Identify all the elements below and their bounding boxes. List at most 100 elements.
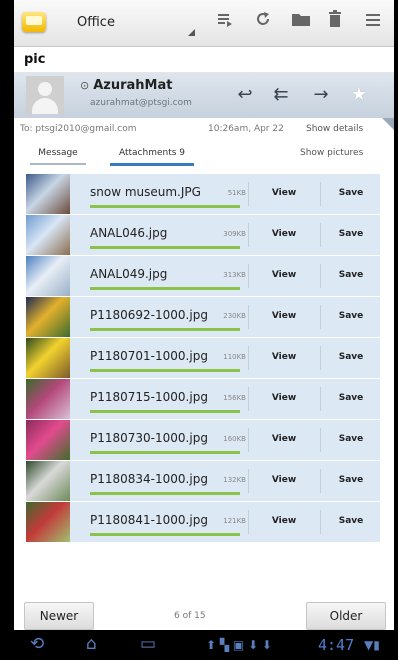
- reply-all-icon[interactable]: ⇇: [268, 82, 294, 108]
- action-bar: Office: [14, 0, 394, 47]
- forward-icon[interactable]: →: [308, 82, 334, 108]
- folder-icon[interactable]: [286, 10, 316, 36]
- view-button[interactable]: View: [256, 434, 312, 444]
- divider: [320, 264, 321, 288]
- attachment-size: 230KB: [223, 312, 246, 320]
- attachment-row[interactable]: snow museum.JPG 51KB View Save: [26, 174, 380, 215]
- attachment-size: 160KB: [223, 435, 246, 443]
- attachment-thumbnail[interactable]: [26, 338, 70, 378]
- delete-icon[interactable]: [320, 10, 350, 36]
- folder-spinner[interactable]: Office: [69, 6, 199, 40]
- attachment-list: snow museum.JPG 51KB View Save ANAL046.jpg 30…: [26, 174, 380, 543]
- signal-icon: ▼▮: [364, 638, 380, 652]
- save-button[interactable]: Save: [326, 229, 376, 239]
- message-subject: pic: [24, 52, 46, 67]
- pagination-bar: Newer 6 of 15 Older: [14, 598, 394, 630]
- view-button[interactable]: View: [256, 475, 312, 485]
- attachment-row[interactable]: P1180692-1000.jpg 230KB View Save: [26, 297, 380, 338]
- attachment-thumbnail[interactable]: [26, 379, 70, 419]
- attachment-row[interactable]: ANAL046.jpg 309KB View Save: [26, 215, 380, 256]
- attachment-filename: ANAL049.jpg: [90, 267, 168, 281]
- menu-icon[interactable]: [358, 10, 388, 36]
- divider: [248, 387, 249, 411]
- save-button[interactable]: Save: [326, 475, 376, 485]
- refresh-icon[interactable]: [248, 10, 278, 36]
- attachment-filename: P1180730-1000.jpg: [90, 431, 208, 445]
- view-button[interactable]: View: [256, 311, 312, 321]
- save-button[interactable]: Save: [326, 352, 376, 362]
- recipient-line: To: ptsgi2010@gmail.com 10:26am, Apr 22 …: [14, 118, 394, 140]
- divider: [320, 428, 321, 452]
- divider: [320, 387, 321, 411]
- divider: [320, 510, 321, 534]
- divider: [320, 305, 321, 329]
- tab-message[interactable]: Message: [30, 148, 86, 165]
- back-icon[interactable]: ⟲: [30, 634, 44, 654]
- download-progress: [90, 451, 240, 454]
- attachment-filename: P1180834-1000.jpg: [90, 472, 208, 486]
- email-screen: Office pic ⊙ AzurahMat azurahmat@ptsgi.co…: [14, 0, 394, 630]
- view-button[interactable]: View: [256, 516, 312, 526]
- download-progress-fill: [90, 492, 240, 495]
- show-details-link[interactable]: Show details: [306, 124, 363, 134]
- view-button[interactable]: View: [256, 188, 312, 198]
- attachment-row[interactable]: P1180841-1000.jpg 121KB View Save: [26, 502, 380, 543]
- download-progress-fill: [90, 451, 240, 454]
- save-button[interactable]: Save: [326, 393, 376, 403]
- download-progress-fill: [90, 369, 240, 372]
- presence-icon: ⊙: [80, 79, 90, 92]
- attachment-thumbnail[interactable]: [26, 297, 70, 337]
- download-progress: [90, 328, 240, 331]
- attachment-filename: P1180692-1000.jpg: [90, 308, 208, 322]
- save-button[interactable]: Save: [326, 188, 376, 198]
- divider: [320, 346, 321, 370]
- message-time: 10:26am, Apr 22: [208, 124, 284, 134]
- show-pictures-link[interactable]: Show pictures: [300, 148, 363, 158]
- download-progress-fill: [90, 205, 240, 208]
- older-button[interactable]: Older: [306, 602, 386, 630]
- folder-name: Office: [77, 15, 115, 30]
- star-icon[interactable]: ★: [346, 82, 372, 108]
- to-address: To: ptsgi2010@gmail.com: [20, 124, 137, 134]
- attachment-filename: P1180701-1000.jpg: [90, 349, 208, 363]
- tab-attachments[interactable]: Attachments 9: [110, 148, 194, 166]
- recent-apps-icon[interactable]: ▭: [140, 634, 156, 654]
- attachment-thumbnail[interactable]: [26, 215, 70, 255]
- attachment-row[interactable]: P1180715-1000.jpg 156KB View Save: [26, 379, 380, 420]
- move-icon[interactable]: [210, 10, 240, 36]
- attachment-thumbnail[interactable]: [26, 461, 70, 501]
- attachment-thumbnail[interactable]: [26, 502, 70, 542]
- message-tabs: Message Attachments 9 Show pictures: [14, 142, 394, 166]
- download-progress: [90, 533, 240, 536]
- save-button[interactable]: Save: [326, 270, 376, 280]
- download-progress-fill: [90, 410, 240, 413]
- avatar[interactable]: [26, 76, 64, 114]
- sender-header[interactable]: ⊙ AzurahMat azurahmat@ptsgi.com ↩ ⇇ → ★: [14, 72, 394, 118]
- attachment-row[interactable]: P1180730-1000.jpg 160KB View Save: [26, 420, 380, 461]
- home-icon[interactable]: ⌂: [86, 634, 97, 654]
- divider: [248, 264, 249, 288]
- system-bar: ⟲ ⌂ ▭ ⬆ ▚ ▣ ⬇ ⬇ 4:47 ▼▮: [0, 630, 398, 660]
- attachment-row[interactable]: P1180701-1000.jpg 110KB View Save: [26, 338, 380, 379]
- download-progress: [90, 369, 240, 372]
- attachment-thumbnail[interactable]: [26, 420, 70, 460]
- attachment-thumbnail[interactable]: [26, 256, 70, 296]
- divider: [320, 223, 321, 247]
- email-app-icon[interactable]: [22, 12, 46, 32]
- attachment-row[interactable]: ANAL049.jpg 313KB View Save: [26, 256, 380, 297]
- attachment-size: 132KB: [223, 476, 246, 484]
- divider: [248, 469, 249, 493]
- download-progress-fill: [90, 246, 240, 249]
- attachment-row[interactable]: P1180834-1000.jpg 132KB View Save: [26, 461, 380, 502]
- view-button[interactable]: View: [256, 229, 312, 239]
- view-button[interactable]: View: [256, 352, 312, 362]
- save-button[interactable]: Save: [326, 434, 376, 444]
- reply-icon[interactable]: ↩: [232, 82, 258, 108]
- view-button[interactable]: View: [256, 270, 312, 280]
- notification-icons[interactable]: ⬆ ▚ ▣ ⬇ ⬇: [206, 638, 272, 652]
- view-button[interactable]: View: [256, 393, 312, 403]
- attachment-thumbnail[interactable]: [26, 174, 70, 214]
- save-button[interactable]: Save: [326, 311, 376, 321]
- save-button[interactable]: Save: [326, 516, 376, 526]
- newer-button[interactable]: Newer: [24, 602, 94, 630]
